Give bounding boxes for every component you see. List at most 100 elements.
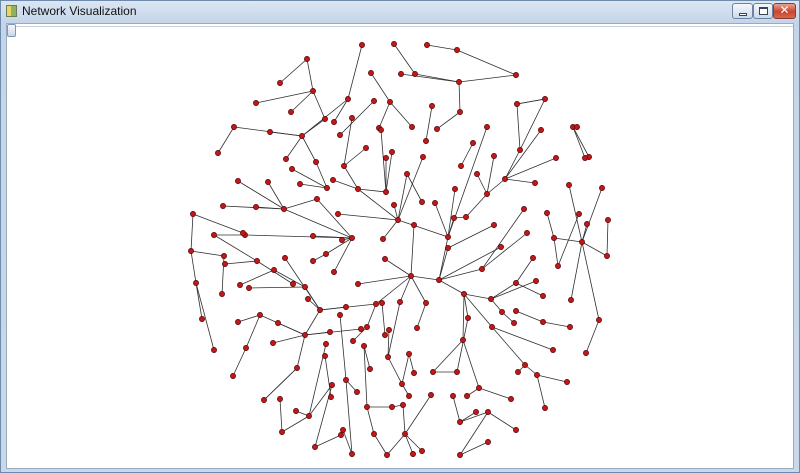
graph-node[interactable] [323, 341, 329, 347]
graph-node[interactable] [395, 217, 401, 223]
graph-node[interactable] [484, 124, 490, 130]
graph-node[interactable] [553, 155, 559, 161]
graph-node[interactable] [464, 393, 470, 399]
graph-node[interactable] [378, 127, 384, 133]
graph-node[interactable] [402, 431, 408, 437]
graph-node[interactable] [451, 215, 457, 221]
graph-node[interactable] [359, 42, 365, 48]
graph-node[interactable] [530, 255, 536, 261]
graph-node[interactable] [277, 396, 283, 402]
graph-node[interactable] [389, 404, 395, 410]
graph-node[interactable] [522, 362, 528, 368]
graph-node[interactable] [328, 394, 334, 400]
graph-node[interactable] [219, 291, 225, 297]
graph-node[interactable] [349, 115, 355, 121]
graph-node[interactable] [299, 133, 305, 139]
graph-node[interactable] [423, 300, 429, 306]
graph-node[interactable] [363, 145, 369, 151]
graph-node[interactable] [368, 70, 374, 76]
graph-node[interactable] [231, 124, 237, 130]
graph-node[interactable] [567, 324, 573, 330]
close-button[interactable]: ✕ [773, 3, 796, 19]
graph-node[interactable] [550, 347, 556, 353]
graph-node[interactable] [410, 451, 416, 457]
graph-node[interactable] [513, 280, 519, 286]
graph-node[interactable] [409, 124, 415, 130]
graph-node[interactable] [361, 343, 367, 349]
graph-node[interactable] [391, 41, 397, 47]
graph-node[interactable] [305, 296, 311, 302]
graph-node[interactable] [282, 255, 288, 261]
graph-node[interactable] [436, 277, 442, 283]
graph-node[interactable] [373, 301, 379, 307]
graph-node[interactable] [254, 258, 260, 264]
graph-node[interactable] [457, 109, 463, 115]
graph-node[interactable] [343, 377, 349, 383]
graph-node[interactable] [485, 439, 491, 445]
graph-node[interactable] [479, 266, 485, 272]
graph-node[interactable] [542, 96, 548, 102]
graph-node[interactable] [193, 280, 199, 286]
graph-node[interactable] [605, 217, 611, 223]
graph-node[interactable] [452, 186, 458, 192]
graph-node[interactable] [513, 72, 519, 78]
graph-node[interactable] [406, 351, 412, 357]
graph-node[interactable] [188, 248, 194, 254]
graph-node[interactable] [310, 88, 316, 94]
graph-node[interactable] [314, 196, 320, 202]
graph-node[interactable] [566, 182, 572, 188]
graph-node[interactable] [288, 109, 294, 115]
graph-node[interactable] [476, 385, 482, 391]
graph-node[interactable] [240, 230, 246, 236]
graph-node[interactable] [521, 206, 527, 212]
graph-node[interactable] [599, 185, 605, 191]
graph-node[interactable] [237, 282, 243, 288]
graph-node[interactable] [384, 452, 390, 458]
graph-node[interactable] [419, 448, 425, 454]
network-graph[interactable] [7, 24, 793, 468]
graph-node[interactable] [430, 369, 436, 375]
graph-node[interactable] [355, 281, 361, 287]
graph-node[interactable] [460, 337, 466, 343]
graph-node[interactable] [297, 181, 303, 187]
graph-node[interactable] [340, 427, 346, 433]
graph-node[interactable] [540, 293, 546, 299]
graph-node[interactable] [371, 98, 377, 104]
graph-node[interactable] [271, 267, 277, 273]
graph-node[interactable] [397, 299, 403, 305]
graph-node[interactable] [404, 171, 410, 177]
graph-node[interactable] [412, 71, 418, 77]
graph-node[interactable] [513, 308, 519, 314]
graph-node[interactable] [335, 211, 341, 217]
graph-node[interactable] [246, 285, 252, 291]
graph-node[interactable] [450, 393, 456, 399]
graph-node[interactable] [461, 291, 467, 297]
graph-node[interactable] [338, 432, 344, 438]
graph-node[interactable] [345, 96, 351, 102]
graph-node[interactable] [473, 409, 479, 415]
graph-node[interactable] [419, 199, 425, 205]
graph-node[interactable] [582, 155, 588, 161]
graph-node[interactable] [551, 235, 557, 241]
graph-node[interactable] [532, 180, 538, 186]
graph-node[interactable] [221, 253, 227, 259]
graph-node[interactable] [339, 237, 345, 243]
graph-node[interactable] [579, 239, 585, 245]
graph-node[interactable] [324, 185, 330, 191]
graph-node[interactable] [371, 431, 377, 437]
graph-node[interactable] [267, 129, 273, 135]
graph-node[interactable] [604, 253, 610, 259]
graph-node[interactable] [502, 176, 508, 182]
graph-node[interactable] [465, 315, 471, 321]
graph-node[interactable] [457, 452, 463, 458]
graph-node[interactable] [329, 382, 335, 388]
graph-node[interactable] [322, 353, 328, 359]
graph-node[interactable] [367, 366, 373, 372]
graph-node[interactable] [534, 372, 540, 378]
graph-node[interactable] [270, 340, 276, 346]
graph-node[interactable] [379, 300, 385, 306]
graph-node[interactable] [517, 147, 523, 153]
graph-node[interactable] [445, 234, 451, 240]
graph-node[interactable] [279, 429, 285, 435]
graph-node[interactable] [235, 319, 241, 325]
